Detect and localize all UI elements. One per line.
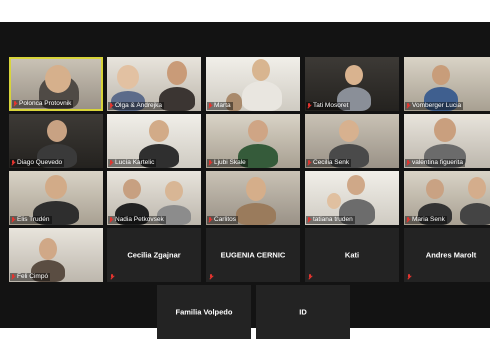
participant-face xyxy=(45,175,67,199)
participant-name-label: Polonca Protovnik xyxy=(12,100,74,108)
participant-tile[interactable]: Vomberger Lucia xyxy=(404,57,490,111)
participant-video xyxy=(236,203,276,225)
muted-mic-icon xyxy=(11,274,15,280)
muted-mic-icon xyxy=(406,217,410,223)
participant-name-label: Tati Mosoret xyxy=(306,102,351,110)
participant-tile[interactable]: Diago Quevedo xyxy=(9,114,103,168)
participant-face xyxy=(246,177,266,201)
participant-face xyxy=(149,120,169,142)
participant-face xyxy=(468,177,486,199)
participant-face xyxy=(426,179,444,199)
participant-name: ID xyxy=(299,307,307,317)
participant-video xyxy=(460,203,490,225)
participant-face xyxy=(434,118,456,142)
participant-tile[interactable]: valentina figuerita xyxy=(404,114,490,168)
participant-tile[interactable]: Tati Mosoret xyxy=(305,57,399,111)
muted-mic-icon xyxy=(307,103,311,109)
participant-face xyxy=(252,59,270,81)
muted-mic-icon xyxy=(208,217,212,223)
participant-tile[interactable]: Cecilia Senk xyxy=(305,114,399,168)
muted-mic-icon xyxy=(109,103,113,109)
participant-face xyxy=(117,65,139,89)
participant-name-label: Vomberger Lucia xyxy=(405,102,464,110)
muted-mic-icon xyxy=(11,160,15,166)
participant-name-label: Cecilia Senk xyxy=(306,159,352,167)
participant-name: Kati xyxy=(344,250,360,260)
participant-name-label: tatiana truden xyxy=(306,216,355,224)
participant-name-label: Lucía Kartelic xyxy=(108,159,157,167)
muted-mic-icon xyxy=(109,160,113,166)
participant-tile[interactable]: Maria Senk xyxy=(404,171,490,225)
muted-mic-icon xyxy=(208,160,212,166)
participant-tile[interactable]: Kati xyxy=(305,228,399,282)
muted-mic-icon xyxy=(307,160,311,166)
participant-name: Familia Volpedo xyxy=(175,307,233,317)
muted-mic-icon xyxy=(406,103,410,109)
participant-tile[interactable]: Lucía Kartelic xyxy=(107,114,201,168)
participant-name-label: Maria Senk xyxy=(405,216,447,224)
muted-mic-icon xyxy=(407,274,411,280)
participant-tile[interactable]: Ljubi Skale xyxy=(206,114,300,168)
participant-name-label: Feli Cimpó xyxy=(10,273,51,281)
participant-tile[interactable]: ID xyxy=(256,285,350,339)
participant-tile[interactable]: Carlitos xyxy=(206,171,300,225)
participant-tile[interactable]: Polonca Protovnik xyxy=(9,57,103,111)
participant-face xyxy=(327,193,341,209)
muted-mic-icon xyxy=(406,160,410,166)
participant-face xyxy=(345,65,363,85)
muted-mic-icon xyxy=(109,217,113,223)
participant-name: Cecilia Zgajnar xyxy=(127,250,181,260)
participant-tile[interactable]: Nadia Petkovsek xyxy=(107,171,201,225)
participant-face xyxy=(339,120,359,142)
muted-mic-icon xyxy=(11,217,15,223)
participant-name-label: Carlitos xyxy=(207,216,239,224)
participant-face xyxy=(45,65,71,93)
participant-name-label: Nadia Petkovsek xyxy=(108,216,166,224)
participant-tile[interactable]: Elis Trudén xyxy=(9,171,103,225)
participant-face xyxy=(165,181,183,201)
muted-mic-icon xyxy=(307,217,311,223)
muted-mic-icon xyxy=(209,274,213,280)
participant-tile[interactable]: EUGENIA CERNIC xyxy=(206,228,300,282)
participant-name-label: valentina figuerita xyxy=(405,159,465,167)
participant-face xyxy=(167,61,187,85)
muted-mic-icon xyxy=(308,274,312,280)
muted-mic-icon xyxy=(110,274,114,280)
participant-video xyxy=(242,81,282,111)
participant-face xyxy=(47,120,67,142)
participant-face xyxy=(39,238,57,260)
gallery-view: Polonca Protovnik Olga & Andrejka Marta … xyxy=(0,22,490,339)
participant-tile[interactable]: Feli Cimpó xyxy=(9,228,103,282)
participant-name-label: Elis Trudén xyxy=(10,216,52,224)
participant-tile[interactable]: Cecilia Zgajnar xyxy=(107,228,201,282)
participant-name: Andres Marolt xyxy=(425,250,477,260)
participant-video xyxy=(159,87,195,111)
participant-face xyxy=(432,65,450,85)
muted-mic-icon xyxy=(208,103,212,109)
participant-name-label: Ljubi Skale xyxy=(207,159,248,167)
participant-face xyxy=(248,120,268,142)
participant-tile[interactable]: Olga & Andrejka xyxy=(107,57,201,111)
muted-mic-icon xyxy=(13,101,17,107)
participant-face xyxy=(347,175,365,195)
participant-name-label: Diago Quevedo xyxy=(10,159,65,167)
participant-name: EUGENIA CERNIC xyxy=(220,250,286,260)
participant-tile[interactable]: tatiana truden xyxy=(305,171,399,225)
participant-name-label: Marta xyxy=(207,102,233,110)
participant-tile[interactable]: Marta xyxy=(206,57,300,111)
participant-name-label: Olga & Andrejka xyxy=(108,102,164,110)
participant-face xyxy=(123,179,141,199)
participant-tile[interactable]: Familia Volpedo xyxy=(157,285,251,339)
participant-tile[interactable]: Andres Marolt xyxy=(404,228,490,282)
